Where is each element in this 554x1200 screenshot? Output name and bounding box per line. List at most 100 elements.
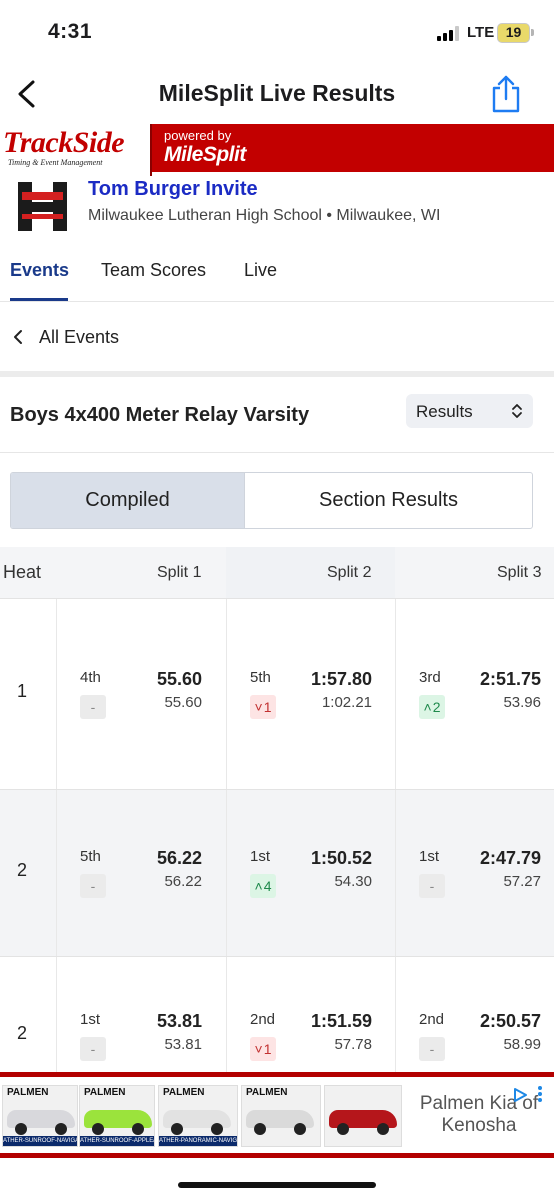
network-type: LTE [467,24,495,41]
meet-location: Milwaukee Lutheran High School • Milwauk… [88,207,441,224]
split-lap-time: 53.96 [503,694,541,711]
home-indicator[interactable] [178,1182,376,1188]
place-change-value: - [429,878,435,894]
split-cell[interactable]: 2nd 1:51.59 ˅1 57.78 [226,1011,396,1071]
milesplit-logo: MileSplit [164,143,246,166]
split-place: 3rd [419,669,441,686]
battery-icon: 19 [497,23,530,43]
all-events-link[interactable]: All Events [0,303,554,371]
split-place: 1st [80,1011,101,1028]
segment-section-results[interactable]: Section Results [244,473,532,528]
caret-down-icon: ˅ [254,699,263,715]
ad-car-image[interactable]: PALMEN ATHER-SUNROOF-NAVIGATION [2,1085,78,1147]
wheel-icon [132,1123,144,1135]
heat-number: 2 [17,1023,28,1043]
place-change-value: - [90,699,96,715]
split-cumulative-time: 56.22 [156,848,202,868]
segment-compiled[interactable]: Compiled [11,473,244,528]
all-events-label: All Events [39,327,120,347]
split-lap-time: 57.27 [503,873,541,890]
ad-car-caption: ATHER-PANORAMIC-NAVIGATION [159,1136,237,1146]
place-no-change-badge: - [419,1037,445,1061]
tab-events[interactable]: Events [10,260,69,281]
split-cumulative-time: 1:57.80 [310,669,372,689]
powered-by-label: powered by [164,128,232,143]
place-no-change-badge: - [80,874,106,898]
column-header-heat[interactable]: Heat [3,562,41,583]
table-row: 2 5th 56.22 - 56.22 1st 1:50.52 ˄4 54.30 1st 2:47.… [0,789,554,956]
split-lap-time: 56.22 [164,873,202,890]
split-cell[interactable]: 1st 2:47.79 - 57.27 [395,848,554,908]
split-cell[interactable]: 2nd 2:50.57 - 58.99 [395,1011,554,1071]
table-row: 2 1st 53.81 - 53.81 2nd 1:51.59 ˅1 57.78 2nd 2:50.… [0,956,554,1076]
ad-car-brand: PALMEN [163,1087,205,1098]
meet-title[interactable]: Tom Burger Invite [88,178,258,201]
split-cell[interactable]: 3rd 2:51.75 ˄2 53.96 [395,669,554,729]
split-cumulative-time: 53.81 [156,1011,202,1031]
wheel-icon [15,1123,27,1135]
status-time: 4:31 [48,20,93,43]
split-lap-time: 55.60 [164,694,202,711]
tab-bar: Events Team Scores Live [0,240,554,302]
wheel-icon [377,1123,389,1135]
ad-banner[interactable]: PALMEN ATHER-SUNROOF-NAVIGATION PALMEN ATHE… [0,1072,554,1158]
ad-car-caption: ATHER-SUNROOF-NAVIGATION [3,1136,77,1146]
ad-car-image[interactable]: PALMEN ATHER-SUNROOF-APPLE/ANDRO [79,1085,155,1147]
ad-car-image[interactable] [324,1085,402,1147]
results-segmented-control: Compiled Section Results [10,472,533,529]
share-icon [492,75,520,113]
wheel-icon [171,1123,183,1135]
chevron-left-icon [14,330,22,344]
column-header-split3[interactable]: Split 3 [497,564,541,582]
wheel-icon [254,1123,266,1135]
divider [0,452,554,453]
wheel-icon [55,1123,67,1135]
ad-car-brand: PALMEN [246,1087,288,1098]
split-cell[interactable]: 1st 53.81 - 53.81 [56,1011,226,1071]
ad-car-brand: PALMEN [7,1087,49,1098]
share-button[interactable] [489,74,523,114]
trackside-logo-subtext: Timing & Event Management [8,158,103,167]
split-place: 5th [80,848,101,865]
place-change-value: 1 [263,1041,272,1057]
tab-team-scores[interactable]: Team Scores [101,260,206,281]
split-place: 2nd [250,1011,276,1028]
ad-car-image[interactable]: PALMEN [241,1085,321,1147]
trackside-logo[interactable]: TrackSide Timing & Event Management [0,124,152,176]
place-loss-badge: ˅1 [250,1037,276,1061]
place-no-change-badge: - [80,1037,106,1061]
column-header-split2[interactable]: Split 2 [327,564,371,582]
split-place: 2nd [419,1011,445,1028]
split-cumulative-time: 2:51.75 [479,669,541,689]
place-change-value: - [429,1041,435,1057]
caret-up-icon: ˄ [254,878,263,894]
split-lap-time: 54.30 [334,873,372,890]
ad-car-image[interactable]: PALMEN ATHER-PANORAMIC-NAVIGATION [158,1085,238,1147]
column-header-split1[interactable]: Split 1 [157,564,201,582]
more-options-icon[interactable] [537,1085,543,1103]
split-cell[interactable]: 4th 55.60 - 55.60 [56,669,226,729]
place-change-value: - [90,1041,96,1057]
split-cumulative-time: 1:51.59 [310,1011,372,1031]
split-cell[interactable]: 5th 1:57.80 ˅1 1:02.21 [226,669,396,729]
heat-number: 2 [17,860,28,880]
tab-live[interactable]: Live [244,260,277,281]
place-loss-badge: ˅1 [250,695,276,719]
ad-car-brand: PALMEN [84,1087,126,1098]
table-row: 1 4th 55.60-55.60 5th 1:57.80 ˅1 1:02.21 3rd 2:5… [0,598,554,789]
split-lap-time: 57.78 [334,1036,372,1053]
split-lap-time: 1:02.21 [321,694,372,711]
caret-down-icon: ˅ [254,1041,263,1057]
results-view-select[interactable]: Results [406,394,533,428]
meet-header: Tom Burger Invite Milwaukee Lutheran Hig… [0,172,554,238]
ad-text[interactable]: Palmen Kia of Kenosha [408,1093,550,1137]
status-bar: 4:31 LTE 19 [0,0,554,64]
wheel-icon [337,1123,349,1135]
wheel-icon [211,1123,223,1135]
split-place: 4th [80,669,101,686]
ad-choices-icon[interactable] [512,1087,528,1103]
split-place: 1st [250,848,271,865]
split-cell[interactable]: 5th 56.22 - 56.22 [56,848,226,908]
split-cell[interactable]: 1st 1:50.52 ˄4 54.30 [226,848,396,908]
place-gain-badge: ˄2 [419,695,445,719]
